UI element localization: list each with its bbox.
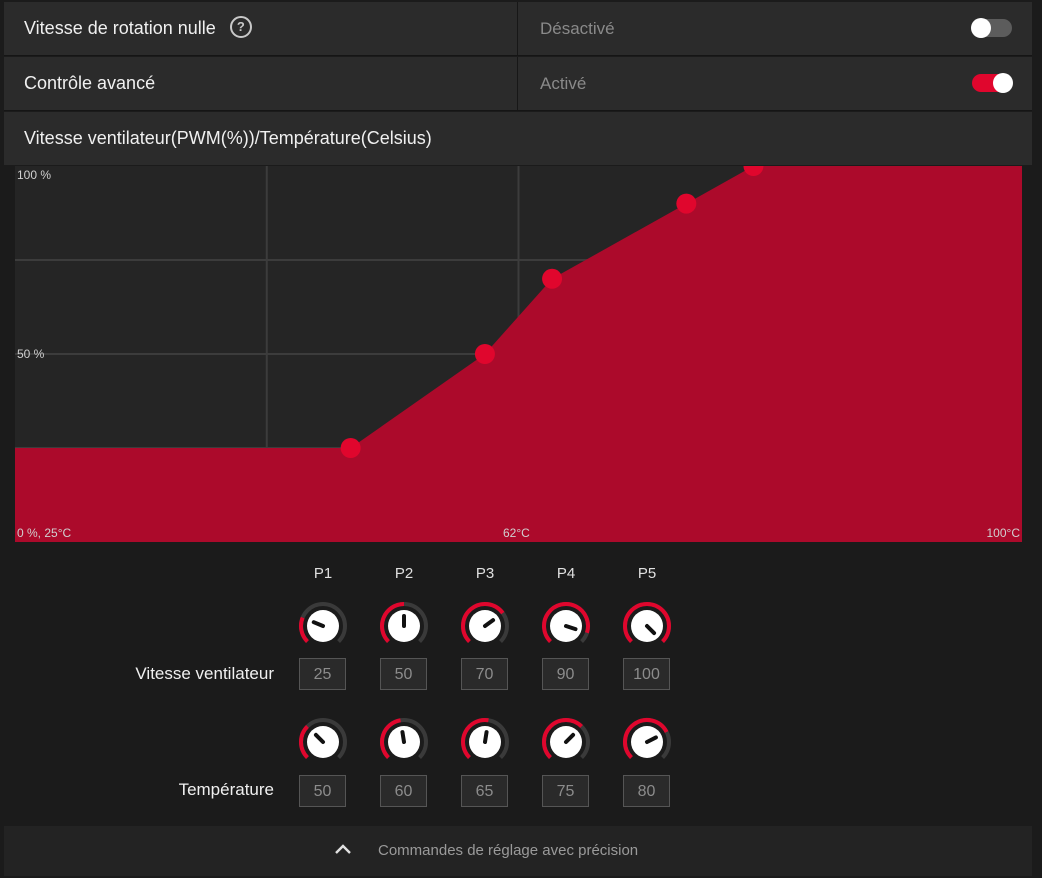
x-mid-label: 62°C bbox=[503, 526, 530, 540]
precision-controls-label: Commandes de réglage avec précision bbox=[378, 842, 639, 859]
temperature-dial-p1[interactable] bbox=[298, 717, 348, 767]
curve-point-p2[interactable] bbox=[474, 344, 495, 364]
knob-needle bbox=[400, 730, 406, 744]
fan-speed-input-p1[interactable]: 25 bbox=[299, 658, 346, 690]
toggle-knob bbox=[993, 73, 1013, 93]
zero-rpm-row: Vitesse de rotation nulle? Désactivé bbox=[4, 2, 1032, 56]
fan-curve-svg bbox=[15, 156, 1022, 542]
precision-controls: P1 P2 P3 P4 P5 Vitesse ventilateur Tempé… bbox=[0, 555, 1042, 820]
point-label-p2: P2 bbox=[394, 565, 414, 582]
fan-curve-chart[interactable]: 100 % 50 % 0 %, 25°C 62°C 100°C bbox=[15, 156, 1022, 542]
curve-point-p4[interactable] bbox=[676, 193, 697, 214]
temperature-input-p3[interactable]: 65 bbox=[461, 775, 508, 807]
origin-label: 0 %, 25°C bbox=[17, 526, 72, 540]
point-label-p1: P1 bbox=[313, 565, 333, 582]
zero-rpm-toggle[interactable] bbox=[971, 18, 1012, 38]
divider bbox=[517, 2, 518, 55]
point-label-p4: P4 bbox=[556, 565, 576, 582]
fan-speed-dial-p2[interactable] bbox=[379, 601, 429, 651]
curve-point-p3[interactable] bbox=[542, 268, 563, 289]
fan-speed-input-p2[interactable]: 50 bbox=[380, 658, 427, 690]
chevron-up-icon bbox=[335, 844, 351, 854]
y-mid-label: 50 % bbox=[17, 347, 45, 361]
chart-header: Vitesse ventilateur(PWM(%))/Température(… bbox=[4, 112, 1032, 165]
knob-level bbox=[299, 725, 309, 759]
temperature-dial-p3[interactable] bbox=[460, 717, 510, 767]
fan-speed-dial-p5[interactable] bbox=[622, 601, 672, 651]
toggle-knob bbox=[971, 18, 991, 38]
temperature-dial-p5[interactable] bbox=[622, 717, 672, 767]
knob-needle bbox=[483, 730, 489, 744]
x-max-label: 100°C bbox=[986, 526, 1021, 540]
chart-title: Vitesse ventilateur(PWM(%))/Température(… bbox=[24, 128, 432, 148]
zero-rpm-status: Désactivé bbox=[540, 19, 615, 38]
advanced-control-status: Activé bbox=[540, 74, 587, 93]
temperature-input-p4[interactable]: 75 bbox=[542, 775, 589, 807]
fan-speed-dial-p1[interactable] bbox=[298, 601, 348, 651]
advanced-control-row: Contrôle avancé Activé bbox=[4, 57, 1032, 111]
y-max-label: 100 % bbox=[17, 168, 52, 182]
temperature-dial-p2[interactable] bbox=[379, 717, 429, 767]
point-label-p3: P3 bbox=[475, 565, 495, 582]
point-label-p5: P5 bbox=[637, 565, 657, 582]
temperature-dial-p4[interactable] bbox=[541, 717, 591, 767]
fan-speed-label: Vitesse ventilateur bbox=[135, 664, 274, 683]
fan-speed-dial-p3[interactable] bbox=[460, 601, 510, 651]
temperature-label: Température bbox=[178, 780, 274, 799]
curve-point-p1[interactable] bbox=[340, 438, 361, 458]
temperature-input-p5[interactable]: 80 bbox=[623, 775, 670, 807]
fan-speed-input-p5[interactable]: 100 bbox=[623, 658, 670, 690]
precision-toggle-bar[interactable]: Commandes de réglage avec précision bbox=[4, 826, 1032, 876]
advanced-control-toggle[interactable] bbox=[972, 73, 1013, 93]
temperature-input-p1[interactable]: 50 bbox=[299, 775, 346, 807]
advanced-control-label: Contrôle avancé bbox=[24, 73, 156, 93]
zero-rpm-label: Vitesse de rotation nulle? bbox=[24, 2, 252, 55]
fan-speed-input-p3[interactable]: 70 bbox=[461, 658, 508, 690]
help-icon[interactable]: ? bbox=[229, 16, 252, 39]
fan-speed-input-p4[interactable]: 90 bbox=[542, 658, 589, 690]
fan-speed-dial-p4[interactable] bbox=[541, 601, 591, 651]
temperature-input-p2[interactable]: 60 bbox=[380, 775, 427, 807]
knob-level bbox=[299, 616, 309, 643]
divider bbox=[517, 57, 518, 110]
